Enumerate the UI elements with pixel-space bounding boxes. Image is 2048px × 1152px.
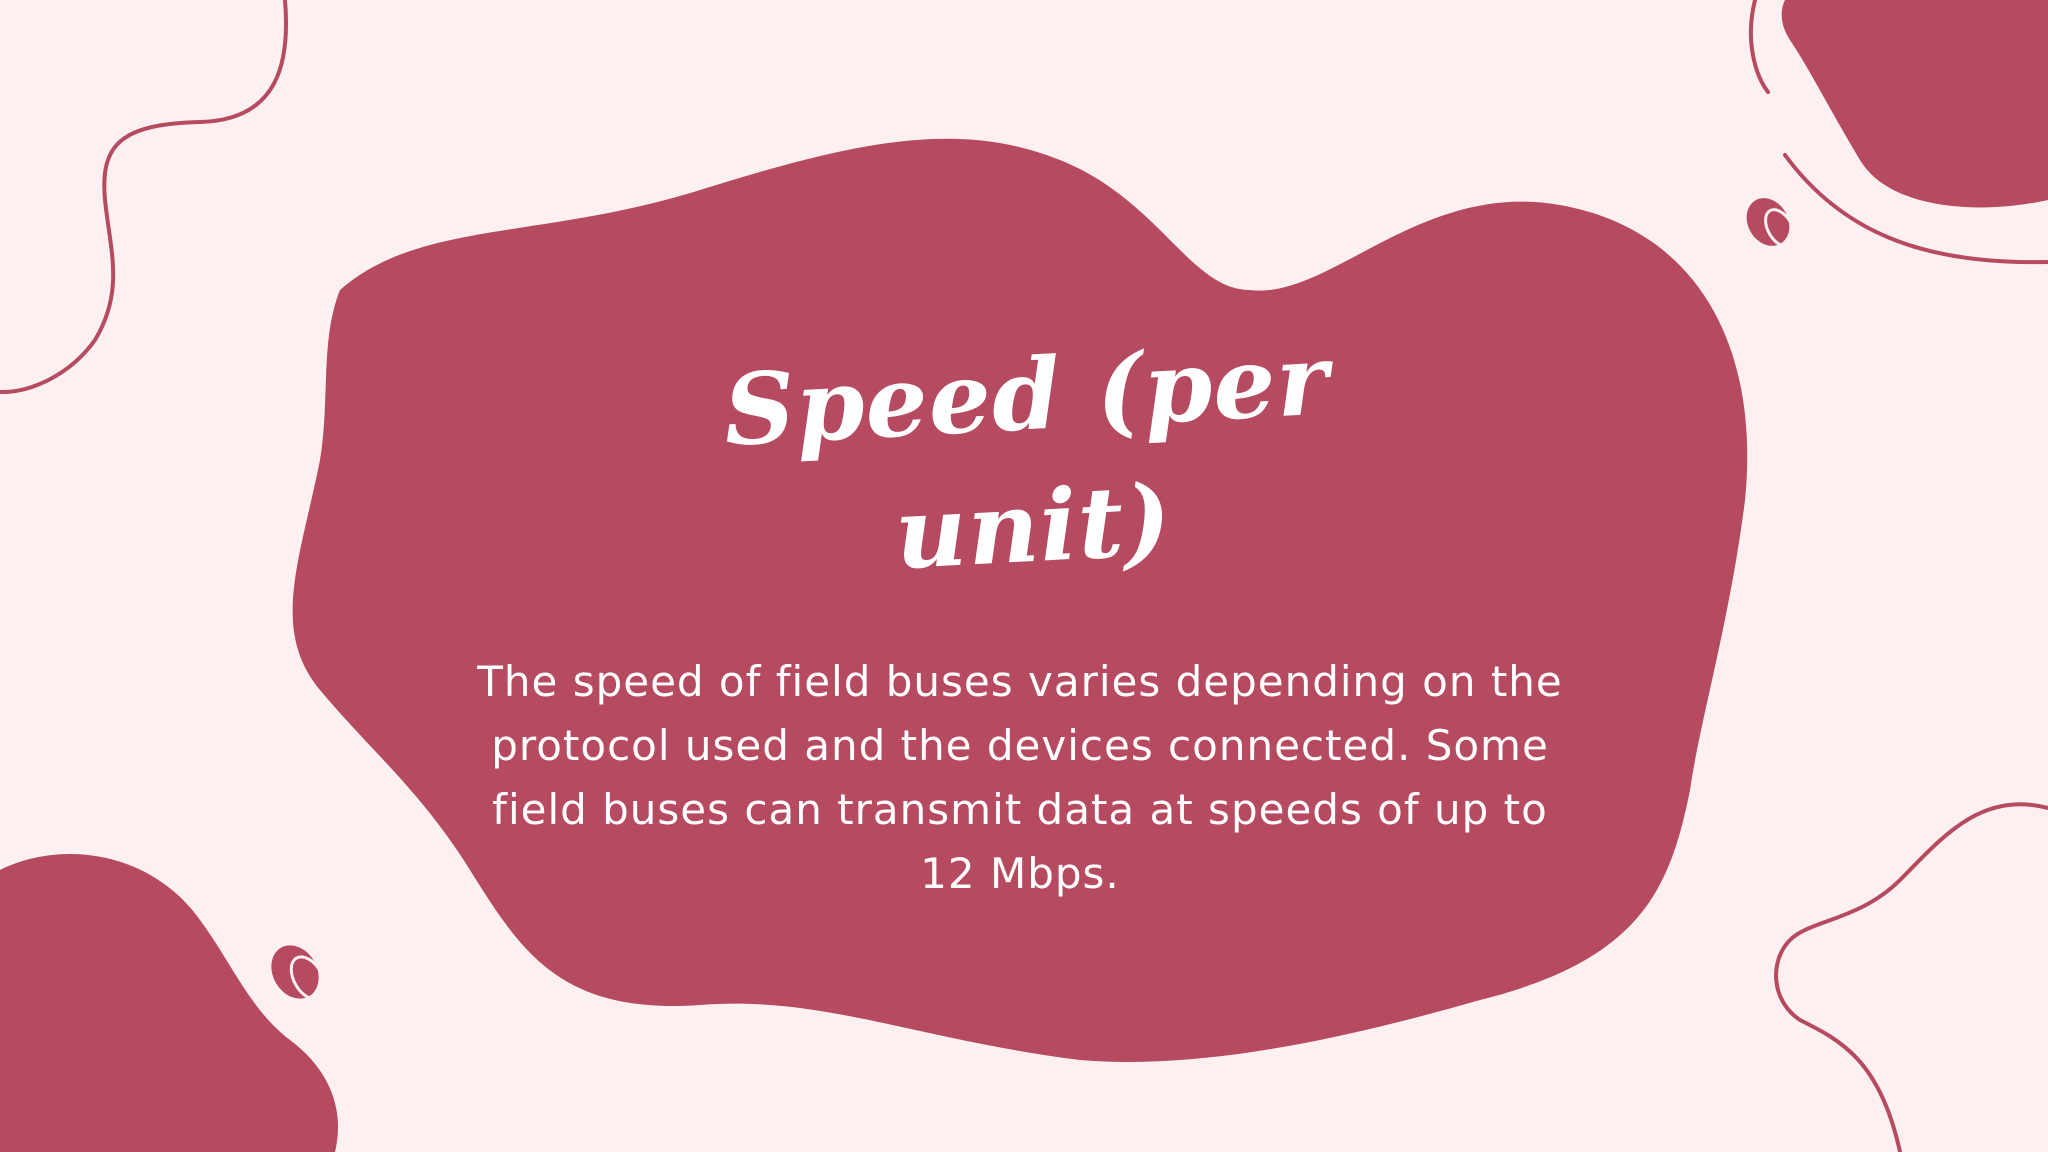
- pebble-bottom-left: [271, 945, 327, 1001]
- central-blob: [292, 138, 1748, 1062]
- bottom-left-blob: [0, 854, 338, 1152]
- top-right-blob: [1781, 0, 2048, 208]
- slide: Speed (per unit) The speed of field buse…: [0, 0, 2048, 1152]
- top-right-small-arc: [1748, 0, 1770, 94]
- slide-body-text: The speed of field buses varies dependin…: [477, 657, 1563, 898]
- slide-title: Speed (per unit): [721, 322, 1332, 593]
- top-left-squiggle: [0, 0, 289, 395]
- pebble-top-right: [1746, 198, 1796, 248]
- bottom-right-squiggle: [1774, 802, 2048, 1152]
